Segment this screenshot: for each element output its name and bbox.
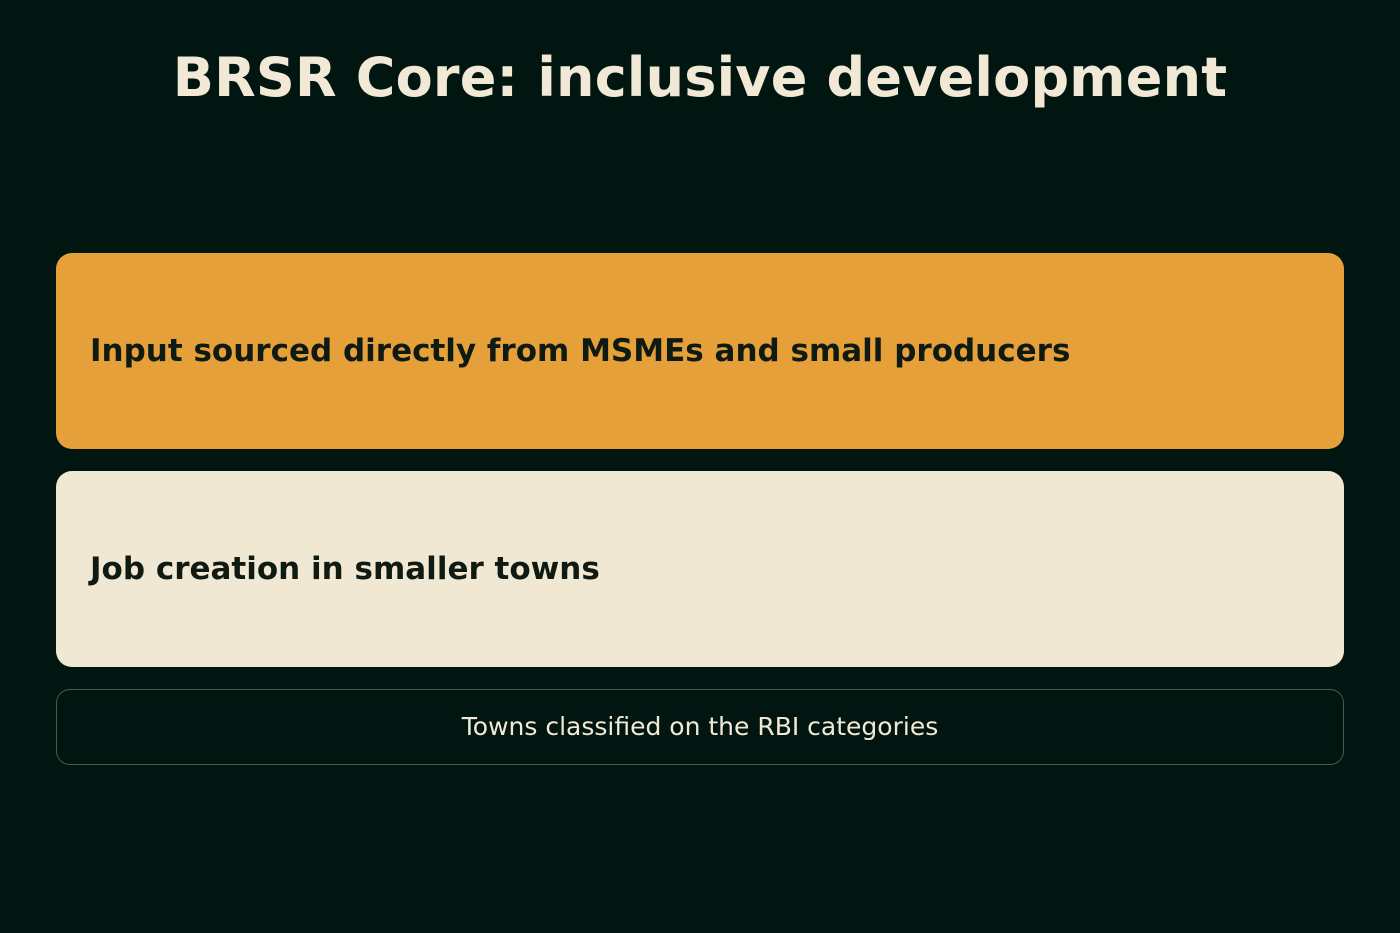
card-job-creation: Job creation in smaller towns <box>56 471 1344 667</box>
card-label: Job creation in smaller towns <box>90 551 600 587</box>
slide-title: BRSR Core: inclusive development <box>172 46 1228 109</box>
slide: BRSR Core: inclusive development Input s… <box>0 0 1400 933</box>
footnote-text: Towns classified on the RBI categories <box>461 712 939 741</box>
footnote-box: Towns classified on the RBI categories <box>56 689 1344 765</box>
card-msme-sourcing: Input sourced directly from MSMEs and sm… <box>56 253 1344 449</box>
card-label: Input sourced directly from MSMEs and sm… <box>90 333 1071 369</box>
